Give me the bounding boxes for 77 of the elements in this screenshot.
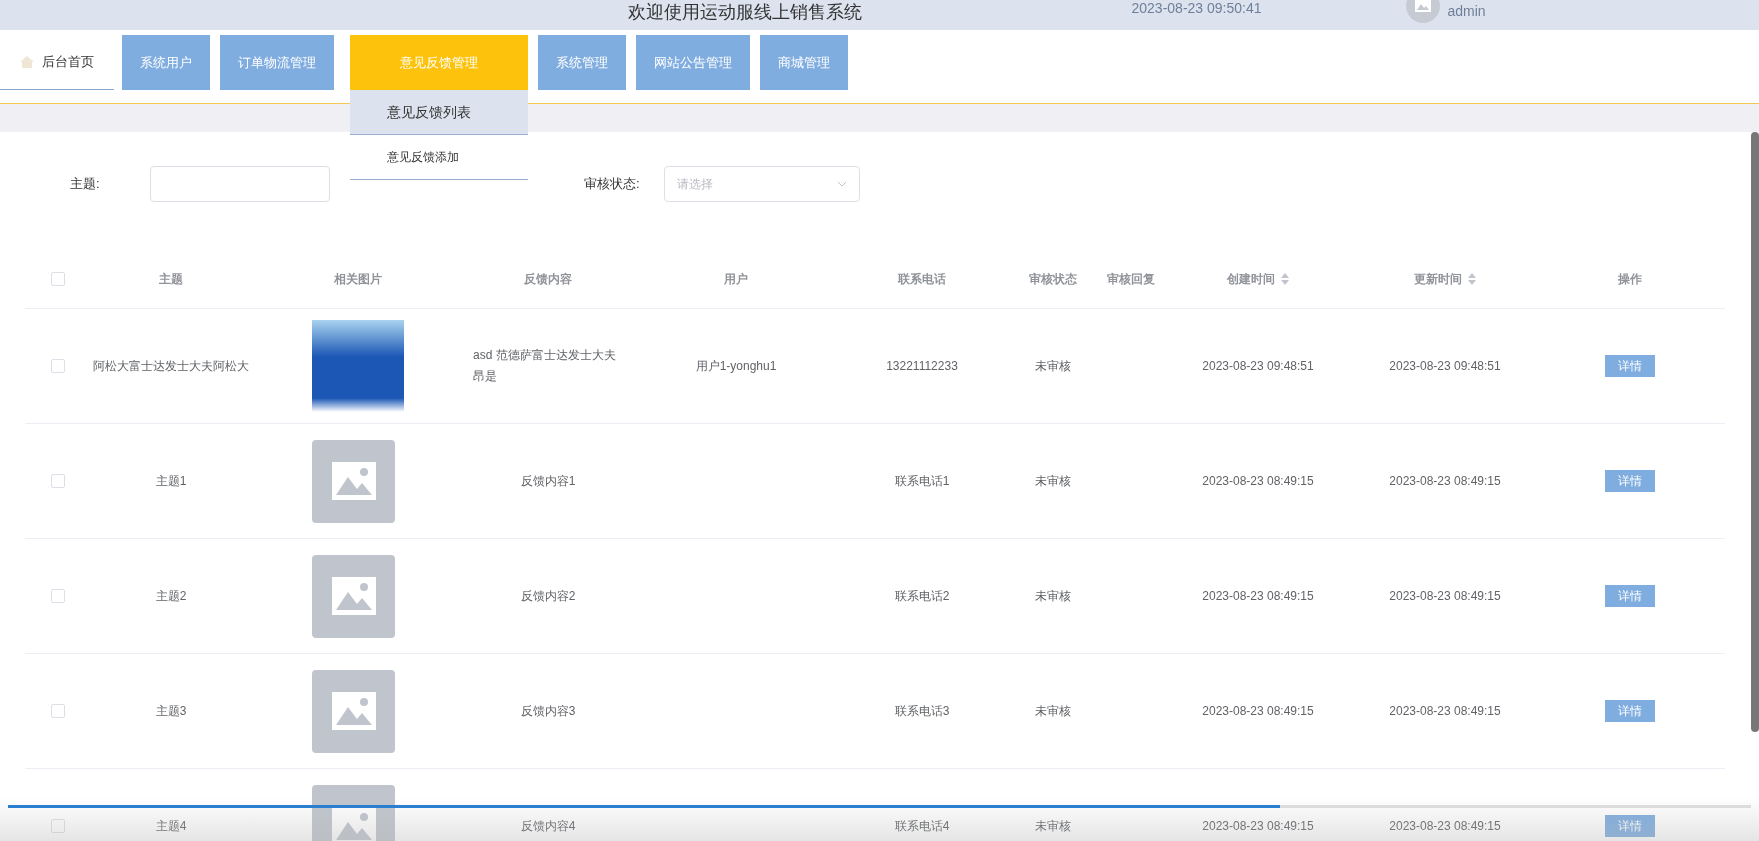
table-cell-text: 2023-08-23 08:49:15 <box>1389 702 1501 720</box>
select-all-checkbox[interactable] <box>50 272 65 286</box>
table-cell-text: 未审核 <box>1035 472 1071 490</box>
progress-track[interactable] <box>8 805 1751 808</box>
column-header: 操作 <box>1617 270 1642 288</box>
table-cell-text: 联系电话2 <box>894 587 950 605</box>
column-header: 联系电话 <box>898 270 946 288</box>
table-cell-text: 主题3 <box>155 702 187 720</box>
scrollbar[interactable] <box>1751 132 1759 732</box>
table-cell-text: 反馈内容3 <box>520 702 576 720</box>
chevron-down-icon <box>837 181 847 187</box>
table-cell-text: asd 范德萨富士达发士大夫昂是 <box>473 347 617 385</box>
table-cell-text: 用户1-yonghu1 <box>695 357 777 375</box>
column-header: 相关图片 <box>334 270 382 288</box>
system-title: 欢迎使用运动服线上销售系统 <box>627 1 862 24</box>
detail-button[interactable]: 详情 <box>1604 700 1655 722</box>
nav-tab[interactable]: 系统用户 <box>122 35 210 90</box>
sort-icon[interactable] <box>1468 273 1476 285</box>
table-cell-text: 13221112233 <box>886 357 958 375</box>
nav-tab[interactable]: 意见反馈管理 <box>350 35 528 90</box>
image-icon <box>330 691 377 731</box>
table-cell-text: 联系电话3 <box>894 702 950 720</box>
table-cell-text: 联系电话4 <box>894 817 950 835</box>
column-header: 审核回复 <box>1107 270 1155 288</box>
filter-label: 主题: <box>70 175 101 193</box>
table-cell-text: 2023-08-23 08:49:15 <box>1389 472 1501 490</box>
table-cell-text: 2023-08-23 08:49:15 <box>1202 817 1314 835</box>
nav-tab[interactable]: 商城管理 <box>760 35 848 90</box>
column-header[interactable]: 创建时间 <box>1227 270 1275 288</box>
table-cell-text: 未审核 <box>1035 702 1071 720</box>
nav-tab[interactable]: 系统管理 <box>538 35 626 90</box>
column-header: 反馈内容 <box>524 270 572 288</box>
subject-input[interactable] <box>150 166 330 202</box>
user-name[interactable]: admin <box>1447 3 1486 19</box>
row-checkbox[interactable] <box>50 819 65 833</box>
table-cell-text: 2023-08-23 08:49:15 <box>1389 817 1501 835</box>
image-icon <box>330 576 377 616</box>
avatar-icon[interactable] <box>1405 0 1440 24</box>
column-header: 用户 <box>724 270 748 288</box>
detail-button[interactable]: 详情 <box>1604 585 1655 607</box>
image-icon <box>330 461 377 501</box>
row-checkbox[interactable] <box>50 359 65 373</box>
table-cell-text: 反馈内容2 <box>520 587 576 605</box>
row-checkbox[interactable] <box>50 704 65 718</box>
table-cell-text: 2023-08-23 08:49:15 <box>1202 472 1314 490</box>
table-cell-text: 主题4 <box>155 817 187 835</box>
table-cell-text: 未审核 <box>1035 587 1071 605</box>
table-cell-text: 2023-08-23 09:48:51 <box>1389 357 1501 375</box>
row-checkbox[interactable] <box>50 589 65 603</box>
table-cell-text: 2023-08-23 08:49:15 <box>1202 587 1314 605</box>
column-header: 审核状态 <box>1029 270 1077 288</box>
nav-tab[interactable]: 网站公告管理 <box>636 35 750 90</box>
table-cell-text: 2023-08-23 09:48:51 <box>1202 357 1314 375</box>
detail-button[interactable]: 详情 <box>1604 815 1655 837</box>
sort-icon[interactable] <box>1281 273 1289 285</box>
table-cell-text: 反馈内容4 <box>520 817 576 835</box>
table-cell-text: 主题2 <box>155 587 187 605</box>
table-cell-text: 未审核 <box>1035 817 1071 835</box>
home-icon <box>20 56 34 68</box>
detail-button[interactable]: 详情 <box>1604 470 1655 492</box>
detail-button[interactable]: 详情 <box>1604 355 1655 377</box>
column-header[interactable]: 更新时间 <box>1414 270 1462 288</box>
row-checkbox[interactable] <box>50 474 65 488</box>
column-header: 主题 <box>159 270 183 288</box>
table-cell-text: 主题1 <box>155 472 187 490</box>
nav-tab[interactable]: 订单物流管理 <box>220 35 334 90</box>
current-datetime: 2023-08-23 09:50:41 <box>1131 0 1262 16</box>
filter-label: 审核状态: <box>584 175 641 193</box>
table-cell-text: 2023-08-23 08:49:15 <box>1202 702 1314 720</box>
table-cell-text: 未审核 <box>1035 357 1071 375</box>
home-tab[interactable]: 后台首页 <box>0 35 114 90</box>
table-cell-text: 联系电话1 <box>894 472 950 490</box>
status-select[interactable]: 请选择 <box>664 166 860 202</box>
table-cell-text: 反馈内容1 <box>520 472 576 490</box>
table-cell-text: 2023-08-23 08:49:15 <box>1389 587 1501 605</box>
table-cell-text: 阿松大富士达发士大夫阿松大 <box>93 357 249 375</box>
dropdown-menu-item[interactable]: 意见反馈列表 <box>350 90 528 135</box>
